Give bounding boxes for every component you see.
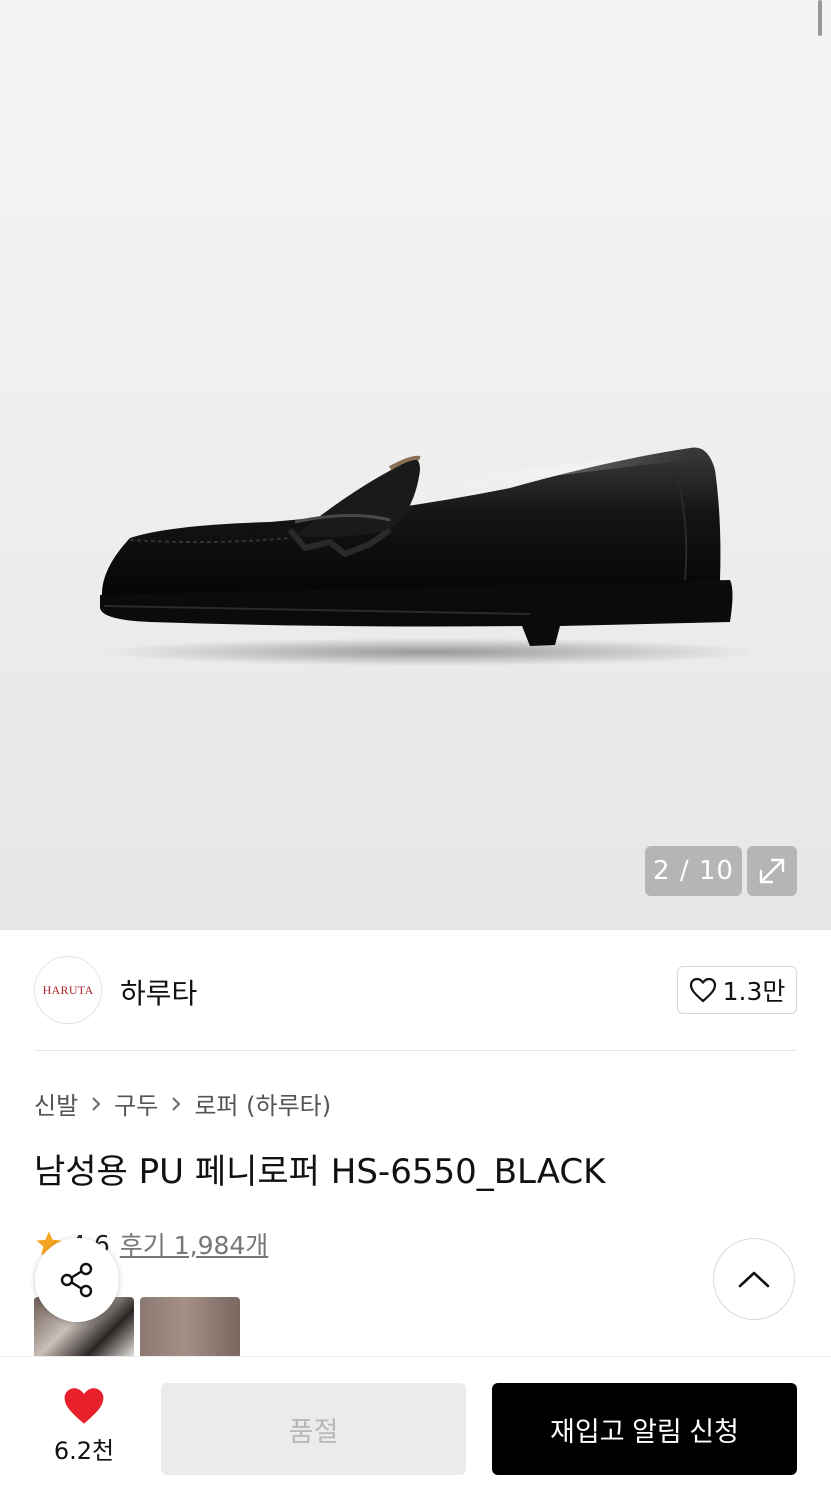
like-count: 6.2천 bbox=[53, 1437, 115, 1465]
breadcrumb-item-shoes[interactable]: 신발 bbox=[34, 1086, 78, 1121]
expand-icon bbox=[759, 858, 785, 884]
breadcrumb-item-dress-shoes[interactable]: 구두 bbox=[114, 1086, 158, 1121]
divider bbox=[34, 1050, 797, 1051]
reviews-link[interactable]: 후기 1,984개 bbox=[120, 1226, 269, 1262]
share-icon bbox=[60, 1262, 93, 1298]
heart-outline-icon bbox=[689, 977, 716, 1003]
product-image-gallery[interactable]: 2 / 10 bbox=[0, 0, 831, 930]
chevron-right-icon bbox=[90, 1096, 102, 1112]
bottom-action-bar: 6.2천 품절 재입고 알림 신청 bbox=[0, 1356, 831, 1501]
brand-like-button[interactable]: 1.3만 bbox=[677, 966, 797, 1014]
brand-like-count: 1.3만 bbox=[722, 977, 786, 1006]
share-button[interactable] bbox=[35, 1238, 119, 1322]
brand-name[interactable]: 하루타 bbox=[120, 972, 197, 1012]
sold-out-button[interactable]: 품절 bbox=[161, 1383, 466, 1475]
brand-logo[interactable]: HARUTA bbox=[34, 956, 102, 1024]
restock-alert-button[interactable]: 재입고 알림 신청 bbox=[492, 1383, 797, 1475]
product-title: 남성용 PU 페니로퍼 HS-6550_BLACK bbox=[34, 1152, 606, 1192]
like-button[interactable]: 6.2천 bbox=[34, 1385, 134, 1469]
expand-button[interactable] bbox=[747, 846, 797, 896]
product-image bbox=[100, 447, 750, 666]
heart-filled-icon bbox=[64, 1388, 104, 1424]
scrollbar[interactable] bbox=[818, 0, 822, 36]
breadcrumb-item-loafer[interactable]: 로퍼 (하루타) bbox=[194, 1086, 331, 1121]
review-thumbnail[interactable] bbox=[140, 1297, 240, 1357]
chevron-right-icon bbox=[170, 1096, 182, 1112]
scroll-to-top-button[interactable] bbox=[713, 1238, 795, 1320]
image-counter: 2 / 10 bbox=[645, 846, 742, 896]
breadcrumb: 신발 구두 로퍼 (하루타) bbox=[34, 1086, 331, 1121]
chevron-up-icon bbox=[738, 1271, 770, 1288]
brand-row: HARUTA 하루타 1.3만 bbox=[34, 956, 797, 1026]
brand-logo-text: HARUTA bbox=[42, 982, 94, 997]
